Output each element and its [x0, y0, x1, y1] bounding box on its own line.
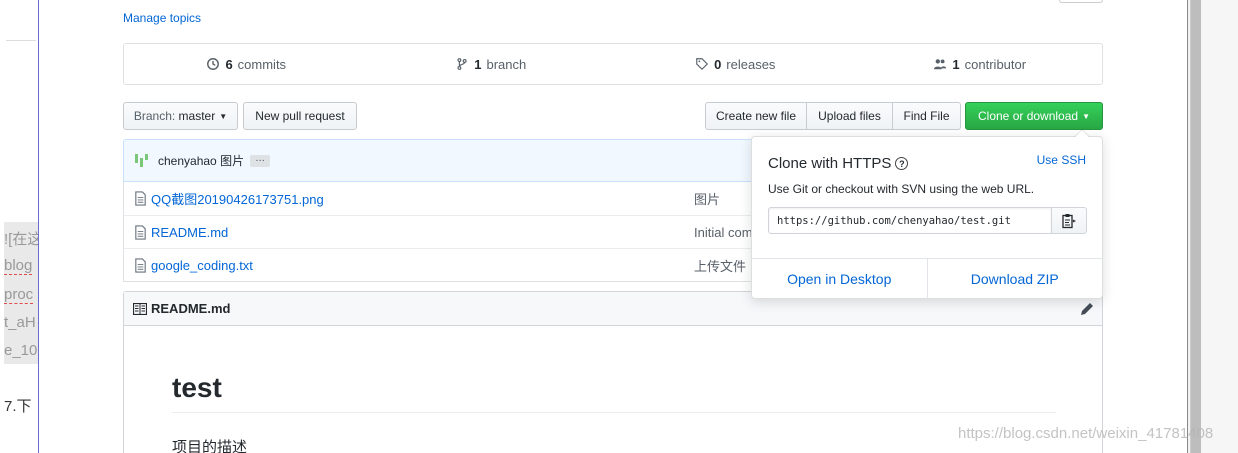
- scrollbar[interactable]: [1191, 0, 1201, 453]
- readme-title: test: [172, 372, 1056, 413]
- clone-or-download-label: Clone or download: [978, 109, 1079, 123]
- copy-to-clipboard-button[interactable]: [1051, 207, 1087, 234]
- upload-files-button[interactable]: Upload files: [806, 102, 893, 130]
- clone-or-download-button[interactable]: Clone or download ▼: [965, 102, 1103, 130]
- clipboard-icon: [1062, 213, 1076, 228]
- contributors-stat[interactable]: 1 contributor: [858, 57, 1103, 72]
- file-name-link[interactable]: README.md: [151, 225, 228, 240]
- watermark: https://blog.csdn.net/weixin_41781408: [958, 425, 1214, 442]
- clone-dropdown-title: Clone with HTTPS ?: [768, 155, 909, 172]
- book-icon: [133, 302, 147, 315]
- clone-actions: Open in Desktop Download ZIP: [752, 258, 1102, 299]
- browser-window: Manage topics 6 commits 1 branch 0 relea…: [38, 0, 1188, 453]
- use-ssh-link[interactable]: Use SSH: [1037, 153, 1086, 167]
- new-pull-request-button[interactable]: New pull request: [243, 102, 357, 130]
- download-zip-button[interactable]: Download ZIP: [926, 259, 1103, 299]
- editor-line: t_aH: [4, 314, 36, 331]
- readme-box: README.md test 项目的描述: [123, 291, 1103, 453]
- editor-line: 7.下: [4, 398, 32, 415]
- clone-dropdown: Clone with HTTPS ? Use SSH Use Git or ch…: [751, 129, 1103, 299]
- commit-expand-button[interactable]: …: [250, 153, 271, 167]
- branches-label: branch: [486, 56, 527, 72]
- history-icon: [207, 58, 220, 70]
- avatar[interactable]: [134, 152, 152, 170]
- open-in-desktop-button[interactable]: Open in Desktop: [752, 259, 927, 299]
- contributors-count: 1: [952, 56, 960, 72]
- top-button[interactable]: [1059, 0, 1103, 3]
- branch-icon: [457, 58, 467, 70]
- contributors-label: contributor: [964, 56, 1027, 72]
- background-editor-strip: ![在这 blog proc t_aH e_10 7.下: [0, 0, 42, 453]
- releases-count: 0: [714, 56, 722, 72]
- commits-label: commits: [237, 56, 287, 72]
- releases-label: releases: [726, 56, 776, 72]
- branches-count: 1: [474, 56, 482, 72]
- commits-count: 6: [225, 56, 233, 72]
- branch-prefix: Branch:: [133, 109, 176, 123]
- file-name-link[interactable]: google_coding.txt: [151, 258, 253, 273]
- create-new-file-button[interactable]: Create new file: [705, 102, 807, 130]
- branch-name: master: [178, 109, 216, 123]
- file-commit-message[interactable]: Initial com: [694, 225, 753, 240]
- find-file-button[interactable]: Find File: [892, 102, 961, 130]
- editor-line: e_10: [4, 342, 38, 359]
- tag-icon: [696, 58, 709, 71]
- readme-header-title: README.md: [151, 301, 231, 316]
- clone-description: Use Git or checkout with SVN using the w…: [768, 182, 1035, 196]
- help-icon[interactable]: ?: [895, 157, 909, 170]
- releases-stat[interactable]: 0 releases: [613, 57, 858, 72]
- branches-stat[interactable]: 1 branch: [369, 57, 614, 72]
- people-icon: [934, 59, 947, 70]
- caret-down-icon: ▼: [219, 111, 228, 121]
- branch-select-button[interactable]: Branch: master ▼: [123, 102, 238, 130]
- editor-line: proc: [4, 286, 34, 304]
- file-name-link[interactable]: QQ截图20190426173751.png: [151, 189, 324, 208]
- file-icon: [135, 191, 146, 206]
- background-right-panel: [1190, 0, 1238, 453]
- file-icon: [135, 224, 146, 240]
- caret-down-icon: ▼: [1082, 111, 1090, 121]
- file-commit-message[interactable]: 图片: [694, 189, 720, 208]
- file-icon: [135, 257, 146, 273]
- file-commit-message[interactable]: 上传文件: [694, 256, 746, 275]
- commit-author[interactable]: chenyahao 图片: [158, 152, 244, 169]
- manage-topics-link[interactable]: Manage topics: [123, 11, 201, 25]
- readme-body: 项目的描述: [172, 439, 248, 453]
- divider: [6, 40, 36, 41]
- editor-line: ![在这: [4, 231, 43, 248]
- clone-url-input[interactable]: https://github.com/chenyahao/test.git: [768, 207, 1052, 234]
- commits-stat[interactable]: 6 commits: [124, 57, 369, 72]
- editor-line: blog: [4, 257, 33, 275]
- repo-stats-bar: 6 commits 1 branch 0 releases 1 contribu…: [123, 43, 1103, 85]
- pencil-icon[interactable]: [1080, 302, 1094, 316]
